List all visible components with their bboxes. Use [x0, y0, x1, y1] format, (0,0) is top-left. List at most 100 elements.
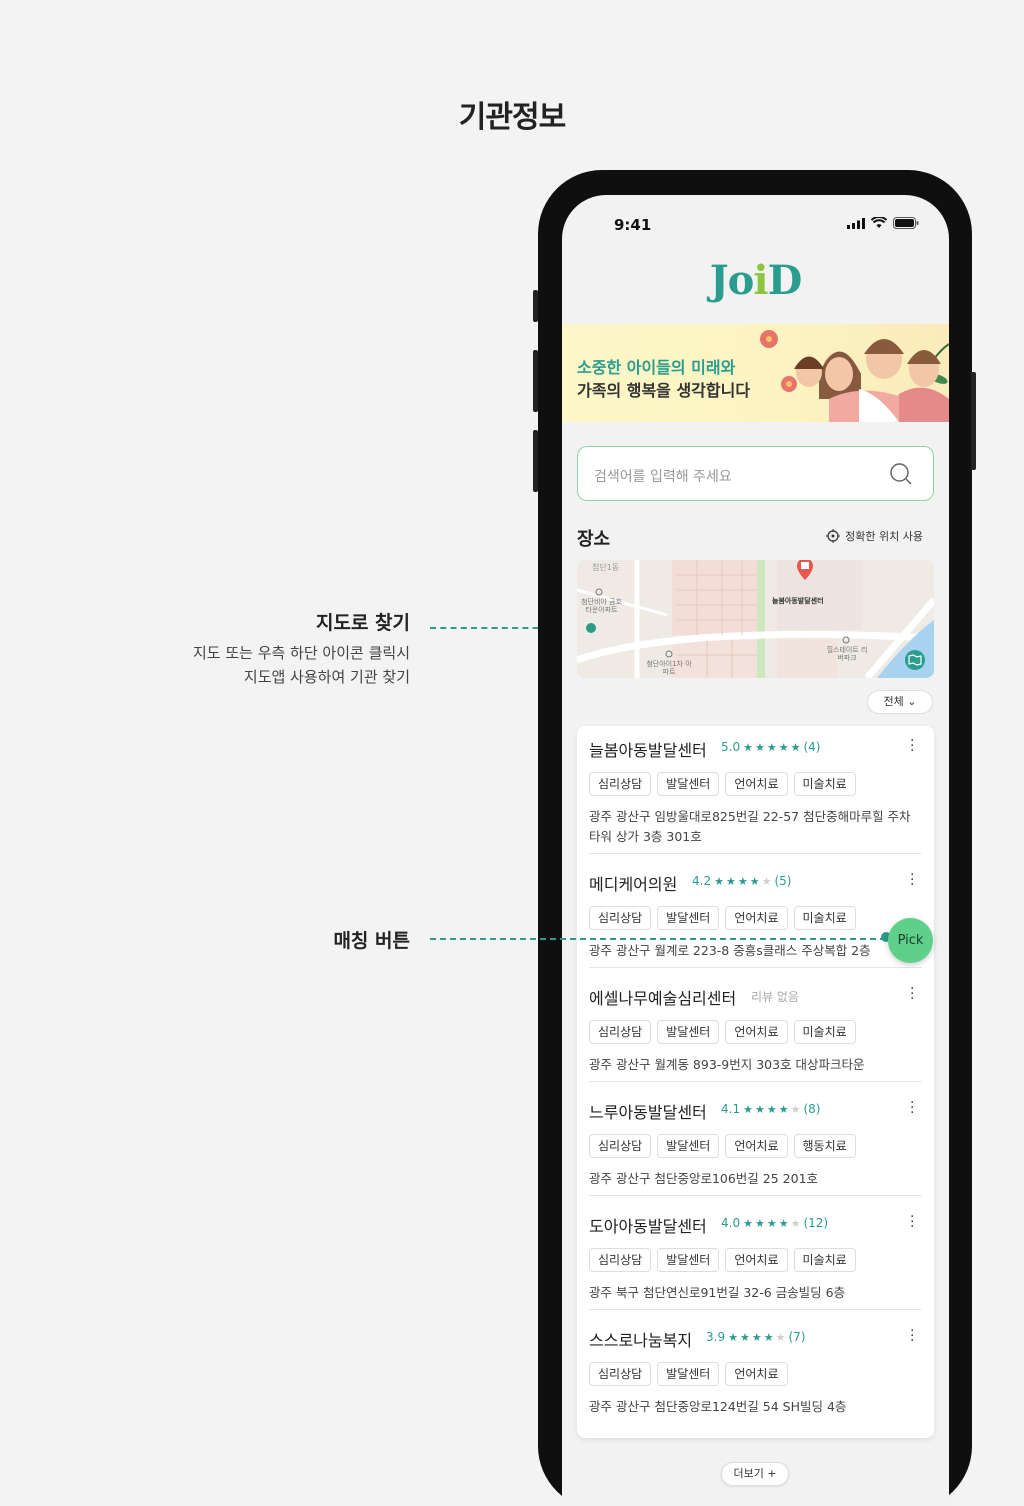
center-name: 도아아동발달센터: [589, 1217, 707, 1236]
tag: 심리상담: [589, 1020, 652, 1044]
center-name: 에셀나무예술심리센터: [589, 989, 737, 1008]
center-name: 느루아동발달센터: [589, 1103, 707, 1122]
search-input[interactable]: 검색어를 입력해 주세요: [577, 446, 934, 501]
crosshair-icon: [826, 529, 841, 543]
use-precise-location-button[interactable]: 정확한 위치 사용: [826, 528, 923, 544]
center-rating: 4.2 ★ ★ ★ ★ ★ (5): [692, 874, 791, 888]
center-list-item[interactable]: 메디케어의원 4.2 ★ ★ ★ ★ ★ (5) · · · 심리상담 발달센터 언어치료 …: [589, 860, 922, 974]
search-icon[interactable]: [889, 462, 913, 486]
divider: [589, 1309, 922, 1310]
promo-banner[interactable]: 소중한 아이들의 미래와 가족의 행복을 생각합니다: [562, 324, 949, 422]
center-rating: 3.9 ★ ★ ★ ★ ★ (7): [706, 1330, 805, 1344]
center-name: 늘봄아동발달센터: [589, 741, 707, 760]
tag-list: 심리상담 발달센터 언어치료 미술치료: [589, 1248, 856, 1272]
map-annotation-desc-line1: 지도 또는 우측 하단 아이콘 클릭시: [192, 644, 410, 662]
tag: 행동치료: [793, 1134, 856, 1158]
tag: 심리상담: [589, 1362, 652, 1386]
center-list-item[interactable]: 느루아동발달센터 4.1 ★ ★ ★ ★ ★ (8) · · · 심리상담 발달센터 언어치…: [589, 1088, 922, 1202]
matching-annotation: 매칭 버튼: [333, 926, 410, 953]
tag-list: 심리상담 발달센터 언어치료 행동치료: [589, 1134, 856, 1158]
map-label-2: 첨단비아 금호타운아파트: [581, 598, 622, 614]
banner-line1: 소중한 아이들의 미래와: [577, 358, 736, 377]
pick-button[interactable]: Pick: [888, 918, 933, 963]
center-address: 광주 광산구 월계로 223-8 중흥s클래스 주상복합 2층: [589, 943, 871, 958]
tag: 발달센터: [657, 1134, 720, 1158]
rating-stars: ★ ★ ★ ★ ★: [714, 875, 771, 888]
tag: 미술치료: [793, 1248, 856, 1272]
phone-volume-down: [533, 430, 538, 492]
map-annotation: 지도로 찾기 지도 또는 우측 하단 아이콘 클릭시 지도앱 사용하여 기관 찾…: [193, 608, 410, 689]
center-rating: 리뷰 없음: [751, 988, 799, 1005]
tag: 발달센터: [657, 1248, 720, 1272]
load-more-button[interactable]: 더보기 +: [721, 1462, 789, 1486]
use-precise-location-label: 정확한 위치 사용: [845, 530, 923, 543]
star-icon: ★: [739, 1330, 750, 1344]
map-annotation-desc: 지도 또는 우측 하단 아이콘 클릭시 지도앱 사용하여 기관 찾기: [193, 641, 410, 689]
center-rating: 5.0 ★ ★ ★ ★ ★ (4): [721, 740, 820, 754]
filter-dropdown[interactable]: 전체 ⌄: [867, 690, 933, 714]
more-options-icon[interactable]: · · ·: [910, 734, 916, 758]
map-label-5: 힐스테이트 리버파크: [826, 646, 868, 662]
center-list-item[interactable]: 도아아동발달센터 4.0 ★ ★ ★ ★ ★ (12) · · · 심리상담 발달센터 언어…: [589, 1202, 922, 1316]
filter-label: 전체: [883, 695, 904, 708]
tag: 미술치료: [793, 772, 856, 796]
star-icon: ★: [778, 1216, 789, 1230]
tag-list: 심리상담 발달센터 언어치료 미술치료: [589, 1020, 856, 1044]
chevron-down-icon: ⌄: [907, 695, 917, 708]
more-options-icon[interactable]: · · ·: [910, 1096, 916, 1120]
tag: 언어치료: [725, 1248, 788, 1272]
rating-stars: ★ ★ ★ ★ ★: [743, 1217, 800, 1230]
rating-score: 4.1: [721, 1102, 741, 1116]
tag: 발달센터: [657, 906, 720, 930]
tag: 언어치료: [725, 906, 788, 930]
phone-power-button: [971, 372, 976, 470]
rating-stars: ★ ★ ★ ★ ★: [743, 1103, 800, 1116]
star-icon: ★: [749, 874, 760, 888]
center-address: 광주 광산구 임방울대로825번길 22-57 첨단중해마루힐 주차타워 상가 …: [589, 809, 911, 844]
more-options-icon[interactable]: · · ·: [910, 982, 916, 1006]
star-icon: ★: [766, 740, 777, 754]
star-icon: ★: [761, 874, 772, 888]
star-icon: ★: [754, 1216, 765, 1230]
star-icon: ★: [790, 1216, 801, 1230]
star-icon: ★: [714, 874, 724, 888]
review-count: (5): [774, 874, 792, 888]
no-review-text: 리뷰 없음: [751, 990, 799, 1004]
more-options-icon[interactable]: · · ·: [910, 868, 916, 892]
tag: 언어치료: [725, 1020, 788, 1044]
map-label-1: 첨단1동: [592, 563, 620, 572]
map-app-icon[interactable]: [897, 642, 933, 678]
star-icon: ★: [751, 1330, 762, 1344]
review-count: (8): [803, 1102, 821, 1116]
center-list-item[interactable]: 늘봄아동발달센터 5.0 ★ ★ ★ ★ ★ (4) · · · 심리상담 발달센터 언어치…: [589, 726, 922, 844]
logo-text: JoiD: [709, 257, 802, 304]
map-annotation-dot: [586, 623, 596, 633]
tag: 발달센터: [657, 772, 720, 796]
review-count: (4): [803, 740, 821, 754]
divider: [589, 1081, 922, 1082]
signal-icon: [847, 217, 865, 229]
star-icon: ★: [766, 1216, 777, 1230]
status-bar: 9:41: [562, 195, 949, 255]
tag: 미술치료: [793, 906, 856, 930]
tag: 언어치료: [725, 772, 788, 796]
tag-list: 심리상담 발달센터 언어치료 미술치료: [589, 906, 856, 930]
center-name: 메디케어의원: [589, 875, 678, 894]
star-icon: ★: [743, 1102, 753, 1116]
star-icon: ★: [778, 1102, 789, 1116]
star-icon: ★: [763, 1330, 774, 1344]
center-list-item[interactable]: 에셀나무예술심리센터 리뷰 없음 · · · 심리상담 발달센터 언어치료 미술치료…: [589, 974, 922, 1088]
app-logo: JoiD: [562, 257, 949, 304]
map-label-4: 첨단아이1차 아파트: [646, 660, 692, 676]
more-options-icon[interactable]: · · ·: [910, 1210, 916, 1234]
map-label-3: 늘봄아동발달센터: [772, 597, 824, 605]
center-list-item[interactable]: 스스로나눔복지 3.9 ★ ★ ★ ★ ★ (7) · · · 심리상담 발달센터 언어치료…: [589, 1316, 922, 1430]
review-count: (7): [788, 1330, 806, 1344]
divider: [589, 967, 922, 968]
more-options-icon[interactable]: · · ·: [910, 1324, 916, 1348]
center-rating: 4.0 ★ ★ ★ ★ ★ (12): [721, 1216, 828, 1230]
star-icon: ★: [766, 1102, 777, 1116]
tag-list: 심리상담 발달센터 언어치료 미술치료: [589, 772, 856, 796]
map-view[interactable]: 첨단1동 첨단비아 금호타운아파트 늘봄아동발달센터 첨단아이1차 아파트 힐스…: [577, 560, 934, 678]
center-name: 스스로나눔복지: [589, 1331, 693, 1350]
